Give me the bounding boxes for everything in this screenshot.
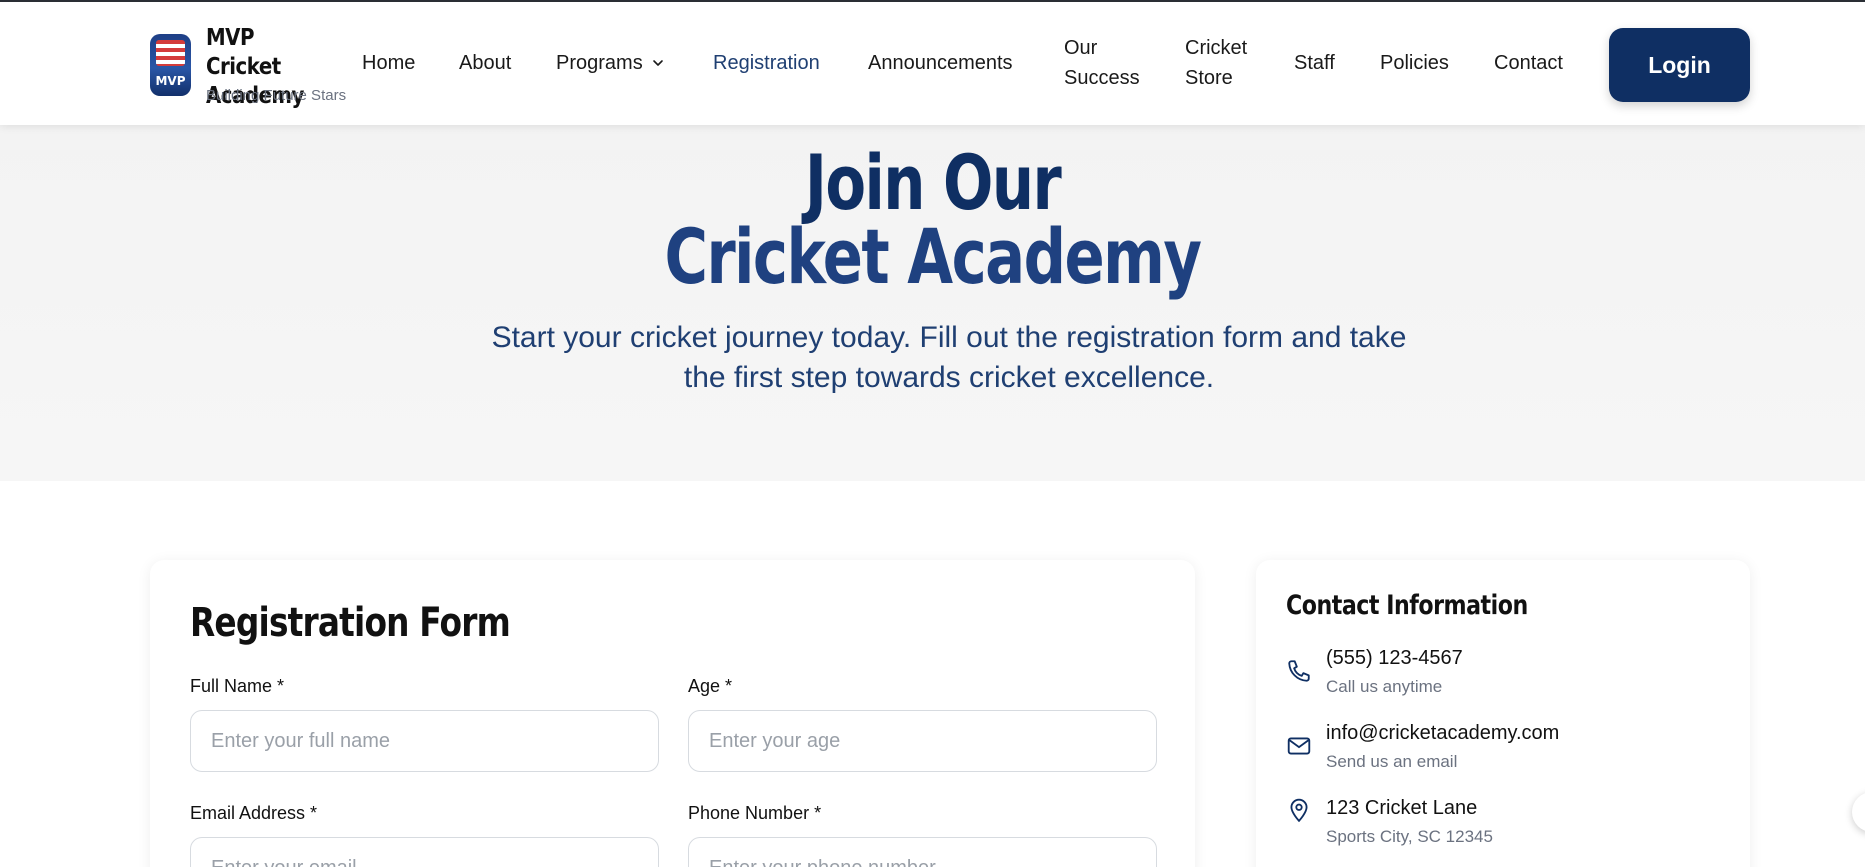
site-header: MVP MVP Cricket Academy Building Future … (0, 2, 1865, 125)
nav-our-success-label: Our Success (1064, 37, 1140, 89)
nav-announcements-label: Announcements (868, 52, 1013, 74)
phone-label: Phone Number * (688, 803, 822, 823)
nav-about[interactable]: About (459, 48, 511, 78)
contact-address-city: Sports City, SC 12345 (1326, 827, 1493, 846)
contact-title: Contact Information (1286, 590, 1528, 621)
nav-our-success[interactable]: Our Success (1064, 33, 1154, 93)
flag-graphic (156, 40, 185, 66)
contact-email-note: Send us an email (1326, 752, 1458, 771)
nav-contact[interactable]: Contact (1494, 48, 1563, 78)
hero-title-line2: Cricket Academy (664, 212, 1202, 301)
chevron-down-icon (651, 49, 665, 79)
full-name-input[interactable] (190, 710, 659, 772)
nav-cricket-store[interactable]: Cricket Store (1185, 33, 1265, 93)
login-button[interactable]: Login (1609, 28, 1750, 102)
contact-phone-note: Call us anytime (1326, 677, 1443, 696)
nav-programs-label: Programs (556, 52, 643, 74)
nav-policies-label: Policies (1380, 52, 1449, 74)
logo-text: MVP (155, 74, 186, 88)
hero-section: Join Our Cricket Academy Start your cric… (0, 125, 1865, 481)
form-title: Registration Form (190, 600, 511, 646)
hero-subtitle: Start your cricket journey today. Fill o… (491, 321, 1407, 394)
contact-info-card: Contact Information (555) 123-4567 Call … (1256, 560, 1750, 867)
nav-registration[interactable]: Registration (713, 48, 820, 78)
phone-icon (1286, 658, 1312, 684)
nav-about-label: About (459, 52, 512, 74)
nav-staff-label: Staff (1294, 52, 1335, 74)
nav-home-label: Home (362, 52, 416, 74)
registration-form-card: Registration Form Full Name * Age * Emai… (150, 560, 1195, 867)
academy-logo[interactable]: MVP (150, 34, 191, 96)
age-label: Age * (688, 676, 733, 696)
contact-address: 123 Cricket Lane (1326, 797, 1478, 819)
nav-contact-label: Contact (1494, 52, 1563, 74)
nav-registration-label: Registration (713, 52, 820, 74)
nav-home[interactable]: Home (362, 48, 415, 78)
nav-staff[interactable]: Staff (1294, 48, 1335, 78)
contact-phone[interactable]: (555) 123-4567 (1326, 647, 1463, 670)
full-name-label: Full Name * (190, 676, 285, 696)
email-input[interactable] (190, 837, 659, 867)
floating-action-button[interactable] (1852, 792, 1865, 832)
hero-title-line1: Join Our (804, 138, 1062, 227)
mail-icon (1286, 733, 1312, 759)
nav-policies[interactable]: Policies (1380, 48, 1449, 78)
nav-cricket-store-label: Cricket Store (1185, 37, 1248, 89)
nav-programs[interactable]: Programs (556, 48, 665, 79)
map-pin-icon (1286, 797, 1312, 823)
nav-announcements[interactable]: Announcements (868, 48, 1013, 78)
phone-input[interactable] (688, 837, 1157, 867)
email-label: Email Address * (190, 803, 318, 823)
age-input[interactable] (688, 710, 1157, 772)
brand-tagline: Building Future Stars (206, 87, 347, 104)
contact-email[interactable]: info@cricketacademy.com (1326, 722, 1559, 745)
